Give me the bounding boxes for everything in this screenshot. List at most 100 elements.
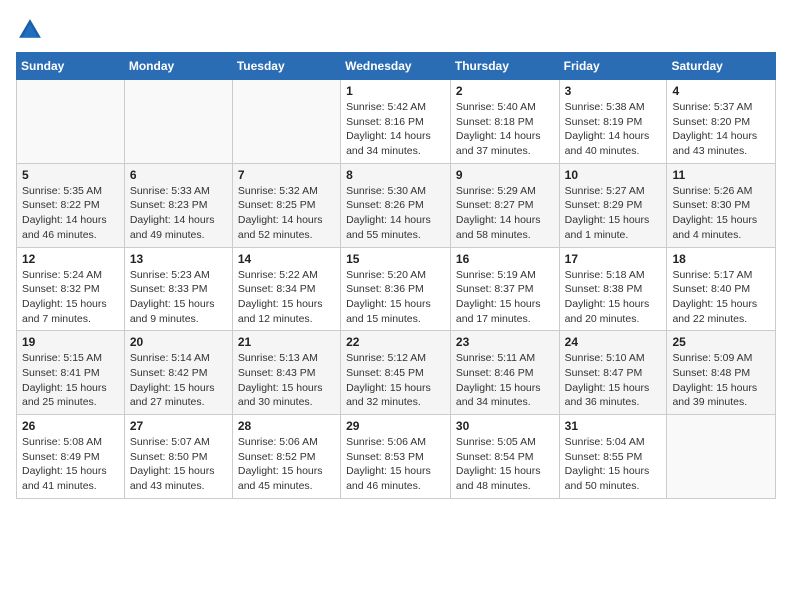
day-number: 25	[672, 335, 770, 349]
day-of-week-header: Sunday	[17, 53, 125, 80]
day-number: 23	[456, 335, 554, 349]
day-info: Sunrise: 5:14 AMSunset: 8:42 PMDaylight:…	[130, 351, 227, 410]
calendar-cell: 19Sunrise: 5:15 AMSunset: 8:41 PMDayligh…	[17, 331, 125, 415]
day-number: 3	[565, 84, 662, 98]
calendar-cell: 21 Sunrise: 5:13 AMSunset: 8:43 PMDayligh…	[232, 331, 340, 415]
calendar-cell: 5 Sunrise: 5:35 AMSunset: 8:22 PMDaylight…	[17, 163, 125, 247]
calendar-cell: 25 Sunrise: 5:09 AMSunset: 8:48 PMDayligh…	[667, 331, 776, 415]
day-info: Sunrise: 5:10 AMSunset: 8:47 PMDaylight:…	[565, 351, 662, 410]
day-number: 12	[22, 252, 119, 266]
calendar-cell: 18 Sunrise: 5:17 AMSunset: 8:40 PMDayligh…	[667, 247, 776, 331]
day-info: Sunrise: 5:05 AMSunset: 8:54 PMDaylight:…	[456, 435, 554, 494]
day-number: 11	[672, 168, 770, 182]
calendar-cell: 30 Sunrise: 5:05 AMSunset: 8:54 PMDayligh…	[450, 415, 559, 499]
calendar-cell: 4 Sunrise: 5:37 AMSunset: 8:20 PMDaylight…	[667, 80, 776, 164]
calendar-cell: 15Sunrise: 5:20 AMSunset: 8:36 PMDayligh…	[341, 247, 451, 331]
calendar-cell: 2Sunrise: 5:40 AMSunset: 8:18 PMDaylight…	[450, 80, 559, 164]
day-info: Sunrise: 5:06 AMSunset: 8:53 PMDaylight:…	[346, 435, 445, 494]
day-number: 21	[238, 335, 335, 349]
calendar-week-row: 12 Sunrise: 5:24 AMSunset: 8:32 PMDayligh…	[17, 247, 776, 331]
day-info: Sunrise: 5:26 AMSunset: 8:30 PMDaylight:…	[672, 184, 770, 243]
day-info: Sunrise: 5:35 AMSunset: 8:22 PMDaylight:…	[22, 184, 119, 243]
day-number: 2	[456, 84, 554, 98]
day-info: Sunrise: 5:24 AMSunset: 8:32 PMDaylight:…	[22, 268, 119, 327]
day-info: Sunrise: 5:38 AMSunset: 8:19 PMDaylight:…	[565, 100, 662, 159]
day-info: Sunrise: 5:11 AMSunset: 8:46 PMDaylight:…	[456, 351, 554, 410]
day-info: Sunrise: 5:23 AMSunset: 8:33 PMDaylight:…	[130, 268, 227, 327]
day-number: 17	[565, 252, 662, 266]
day-info: Sunrise: 5:27 AMSunset: 8:29 PMDaylight:…	[565, 184, 662, 243]
calendar-cell: 11 Sunrise: 5:26 AMSunset: 8:30 PMDayligh…	[667, 163, 776, 247]
logo	[16, 16, 48, 44]
day-of-week-header: Friday	[559, 53, 667, 80]
page-header	[16, 16, 776, 44]
day-info: Sunrise: 5:32 AMSunset: 8:25 PMDaylight:…	[238, 184, 335, 243]
day-number: 10	[565, 168, 662, 182]
calendar-cell: 28 Sunrise: 5:06 AMSunset: 8:52 PMDayligh…	[232, 415, 340, 499]
calendar-cell	[124, 80, 232, 164]
calendar-week-row: 26 Sunrise: 5:08 AMSunset: 8:49 PMDayligh…	[17, 415, 776, 499]
calendar-cell: 29 Sunrise: 5:06 AMSunset: 8:53 PMDayligh…	[341, 415, 451, 499]
calendar-cell: 13 Sunrise: 5:23 AMSunset: 8:33 PMDayligh…	[124, 247, 232, 331]
day-info: Sunrise: 5:17 AMSunset: 8:40 PMDaylight:…	[672, 268, 770, 327]
calendar-cell	[232, 80, 340, 164]
day-number: 24	[565, 335, 662, 349]
day-of-week-header: Monday	[124, 53, 232, 80]
calendar-cell: 17 Sunrise: 5:18 AMSunset: 8:38 PMDayligh…	[559, 247, 667, 331]
day-of-week-header: Saturday	[667, 53, 776, 80]
calendar-cell: 8 Sunrise: 5:30 AMSunset: 8:26 PMDaylight…	[341, 163, 451, 247]
day-number: 22	[346, 335, 445, 349]
day-info: Sunrise: 5:37 AMSunset: 8:20 PMDaylight:…	[672, 100, 770, 159]
day-of-week-header: Tuesday	[232, 53, 340, 80]
day-info: Sunrise: 5:29 AMSunset: 8:27 PMDaylight:…	[456, 184, 554, 243]
day-number: 8	[346, 168, 445, 182]
day-number: 26	[22, 419, 119, 433]
calendar-cell	[667, 415, 776, 499]
calendar-cell: 23 Sunrise: 5:11 AMSunset: 8:46 PMDayligh…	[450, 331, 559, 415]
day-number: 7	[238, 168, 335, 182]
day-info: Sunrise: 5:19 AMSunset: 8:37 PMDaylight:…	[456, 268, 554, 327]
calendar-week-row: 5 Sunrise: 5:35 AMSunset: 8:22 PMDaylight…	[17, 163, 776, 247]
calendar-cell: 31 Sunrise: 5:04 AMSunset: 8:55 PMDayligh…	[559, 415, 667, 499]
day-info: Sunrise: 5:09 AMSunset: 8:48 PMDaylight:…	[672, 351, 770, 410]
day-number: 6	[130, 168, 227, 182]
day-number: 14	[238, 252, 335, 266]
day-number: 28	[238, 419, 335, 433]
logo-icon	[16, 16, 44, 44]
day-number: 18	[672, 252, 770, 266]
day-number: 30	[456, 419, 554, 433]
calendar-cell: 7 Sunrise: 5:32 AMSunset: 8:25 PMDaylight…	[232, 163, 340, 247]
calendar-table: SundayMondayTuesdayWednesdayThursdayFrid…	[16, 52, 776, 499]
calendar-cell: 20 Sunrise: 5:14 AMSunset: 8:42 PMDayligh…	[124, 331, 232, 415]
day-number: 20	[130, 335, 227, 349]
calendar-cell: 1 Sunrise: 5:42 AMSunset: 8:16 PMDaylight…	[341, 80, 451, 164]
day-info: Sunrise: 5:12 AMSunset: 8:45 PMDaylight:…	[346, 351, 445, 410]
calendar-cell: 14 Sunrise: 5:22 AMSunset: 8:34 PMDayligh…	[232, 247, 340, 331]
day-info: Sunrise: 5:33 AMSunset: 8:23 PMDaylight:…	[130, 184, 227, 243]
day-info: Sunrise: 5:42 AMSunset: 8:16 PMDaylight:…	[346, 100, 445, 159]
day-number: 29	[346, 419, 445, 433]
calendar-cell: 26 Sunrise: 5:08 AMSunset: 8:49 PMDayligh…	[17, 415, 125, 499]
day-info: Sunrise: 5:13 AMSunset: 8:43 PMDaylight:…	[238, 351, 335, 410]
calendar-header: SundayMondayTuesdayWednesdayThursdayFrid…	[17, 53, 776, 80]
day-number: 5	[22, 168, 119, 182]
calendar-cell: 16 Sunrise: 5:19 AMSunset: 8:37 PMDayligh…	[450, 247, 559, 331]
calendar-cell: 22 Sunrise: 5:12 AMSunset: 8:45 PMDayligh…	[341, 331, 451, 415]
day-number: 31	[565, 419, 662, 433]
day-number: 27	[130, 419, 227, 433]
day-info: Sunrise: 5:15 AMSunset: 8:41 PMDaylight:…	[22, 351, 119, 410]
day-number: 13	[130, 252, 227, 266]
day-number: 9	[456, 168, 554, 182]
day-info: Sunrise: 5:18 AMSunset: 8:38 PMDaylight:…	[565, 268, 662, 327]
day-number: 16	[456, 252, 554, 266]
day-info: Sunrise: 5:22 AMSunset: 8:34 PMDaylight:…	[238, 268, 335, 327]
day-number: 1	[346, 84, 445, 98]
day-info: Sunrise: 5:30 AMSunset: 8:26 PMDaylight:…	[346, 184, 445, 243]
calendar-cell: 6 Sunrise: 5:33 AMSunset: 8:23 PMDaylight…	[124, 163, 232, 247]
day-of-week-header: Wednesday	[341, 53, 451, 80]
day-info: Sunrise: 5:08 AMSunset: 8:49 PMDaylight:…	[22, 435, 119, 494]
day-number: 4	[672, 84, 770, 98]
day-info: Sunrise: 5:06 AMSunset: 8:52 PMDaylight:…	[238, 435, 335, 494]
calendar-cell: 12 Sunrise: 5:24 AMSunset: 8:32 PMDayligh…	[17, 247, 125, 331]
day-info: Sunrise: 5:04 AMSunset: 8:55 PMDaylight:…	[565, 435, 662, 494]
